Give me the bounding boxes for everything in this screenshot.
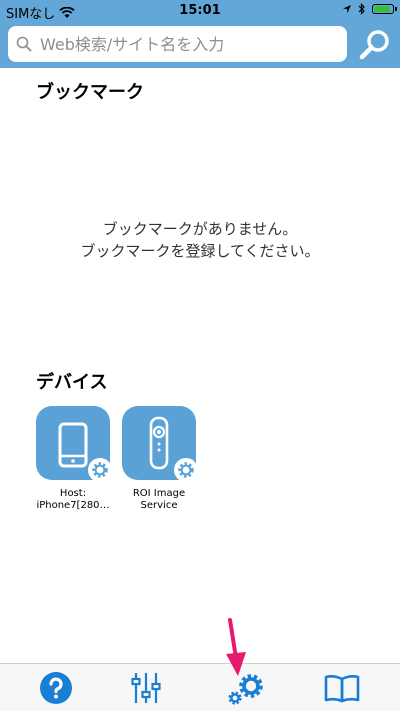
search-input[interactable]: [38, 33, 332, 55]
device-roi-image-service[interactable]: ROI Image Service: [119, 406, 199, 512]
status-right: [342, 3, 397, 15]
battery-icon: [372, 4, 397, 14]
gear-icon: [92, 462, 108, 478]
battery-level: [374, 6, 391, 12]
gear-icon: [178, 462, 194, 478]
device-label: ROI Image Service: [119, 488, 199, 512]
bookmarks-title: ブックマーク: [36, 82, 144, 103]
device-label: Host: iPhone7[280…: [33, 488, 113, 512]
annotation-arrow-icon: [226, 618, 246, 676]
status-bar: SIMなし 15:01: [0, 0, 400, 22]
device-label-line2: iPhone7[280…: [36, 500, 110, 511]
magnifier-icon: [359, 30, 389, 60]
device-label-line2: Service: [140, 500, 178, 511]
device-tile[interactable]: [122, 406, 198, 482]
tab-bookmarks[interactable]: [318, 670, 366, 706]
devices-title: デバイス: [36, 372, 108, 393]
device-settings-badge[interactable]: [88, 458, 112, 482]
bluetooth-icon: [358, 3, 365, 15]
device-list: Host: iPhone7[280… ROI Image Service: [33, 406, 199, 512]
location-arrow-icon: [343, 5, 351, 13]
search-header: [0, 22, 400, 68]
search-field[interactable]: [8, 26, 347, 62]
device-label-line1: Host:: [59, 488, 87, 499]
search-button[interactable]: [355, 26, 395, 64]
tab-bar: [0, 663, 400, 711]
tab-help[interactable]: [32, 670, 80, 706]
search-icon: [16, 36, 32, 52]
device-label-line1: ROI Image: [132, 488, 186, 499]
sliders-icon: [131, 673, 161, 703]
device-tile[interactable]: [36, 406, 112, 482]
device-host-iphone[interactable]: Host: iPhone7[280…: [33, 406, 113, 512]
empty-message-line2: ブックマークを登録してください。: [80, 242, 320, 260]
empty-message-line1: ブックマークがありません。: [102, 220, 298, 238]
device-settings-badge[interactable]: [174, 458, 198, 482]
clock: 15:01: [179, 3, 221, 18]
tab-adjust[interactable]: [122, 670, 170, 706]
help-icon: [40, 672, 72, 704]
book-icon: [324, 675, 360, 703]
bookmarks-empty-message: ブックマークがありません。 ブックマークを登録してください。: [0, 218, 400, 262]
